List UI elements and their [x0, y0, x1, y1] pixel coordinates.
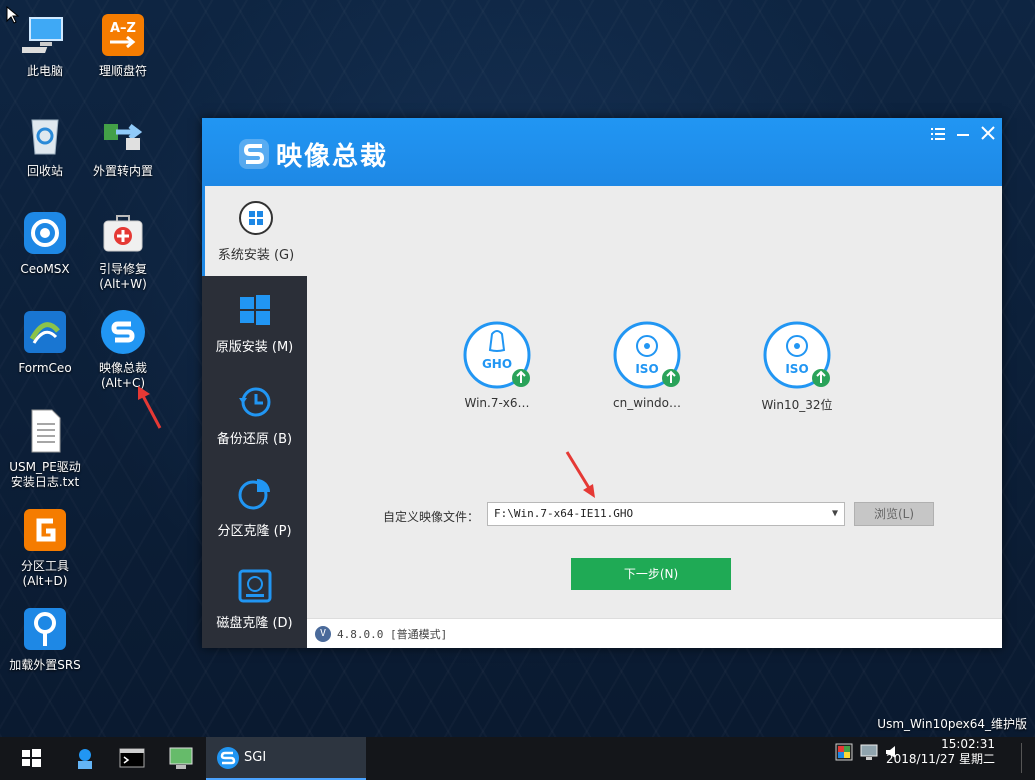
gho-disc-icon: GHO	[462, 320, 532, 390]
image-item-iso-cn[interactable]: ISO cn_windo…	[597, 320, 697, 410]
nav-label: 系统安装 (G)	[217, 248, 295, 263]
taskbar-sgi-label: SGI	[244, 750, 267, 765]
menu-button[interactable]	[927, 124, 949, 146]
windows-start-icon	[22, 749, 41, 767]
desktop-icon-ceomsx[interactable]: CeoMSX	[5, 210, 85, 277]
taskbar: SGI 15:02:31 2018/11/27 星期二	[0, 737, 1035, 780]
app-logo-icon	[239, 139, 269, 169]
close-button[interactable]	[977, 124, 999, 146]
svg-text:A–Z: A–Z	[110, 21, 136, 36]
desktop-icon-transfer[interactable]: 外置转内置	[83, 112, 163, 179]
show-desktop-button[interactable]	[1021, 743, 1029, 773]
desktop-icon-boot-repair[interactable]: 引导修复 (Alt+W)	[83, 210, 163, 292]
image-item-gho[interactable]: GHO Win.7-x6…	[447, 320, 547, 410]
recycle-bin-icon	[22, 112, 68, 158]
disk-icon	[237, 568, 273, 604]
minimize-icon	[957, 134, 969, 136]
nav-original-install[interactable]: 原版安装 (M)	[202, 278, 307, 368]
sgi-icon	[217, 747, 239, 769]
image-path-value: F:\Win.7-x64-IE11.GHO	[494, 507, 634, 520]
minimize-button[interactable]	[952, 124, 974, 146]
desktop: 此电脑 回收站 CeoMSX FormCeo USM_PE驱动 安装日志.txt…	[0, 0, 1035, 737]
windows-disc-icon	[238, 200, 274, 236]
diskgenius-icon	[22, 507, 68, 553]
nav-backup-restore[interactable]: 备份还原 (B)	[202, 370, 307, 460]
iso-disc-icon: ISO	[762, 320, 832, 390]
srs-icon	[22, 606, 68, 652]
desktop-icon-sgi[interactable]: 映像总裁 (Alt+C)	[83, 309, 163, 391]
status-bar: V 4.8.0.0 [普通模式]	[307, 618, 1002, 648]
iso-type-text: ISO	[635, 362, 658, 376]
ceomsx-icon	[22, 210, 68, 256]
dropdown-arrow-icon[interactable]: ▼	[832, 503, 838, 525]
terminal-icon	[119, 748, 145, 768]
custom-image-label: 自定义映像文件：	[383, 510, 480, 524]
image-item-label: Win.7-x6…	[464, 396, 530, 410]
image-item-iso-win10[interactable]: ISO Win10_32位	[747, 320, 847, 413]
formceo-icon	[22, 309, 68, 355]
taskbar-network-tool[interactable]	[70, 743, 100, 773]
clock-time: 15:02:31	[941, 737, 995, 751]
computer-icon	[17, 12, 68, 58]
app-header: 映像总裁	[202, 118, 1002, 186]
desktop-icon-recycle-bin[interactable]: 回收站	[5, 112, 85, 179]
version-text: 4.8.0.0 [普通模式]	[337, 628, 448, 641]
nav-label: 备份还原 (B)	[216, 432, 293, 447]
iso-type-text: ISO	[785, 362, 808, 376]
image-item-label: Win10_32位	[761, 398, 833, 412]
desktop-icon-load-srs[interactable]: 加载外置SRS	[5, 606, 85, 673]
taskbar-cmd[interactable]	[117, 743, 147, 773]
image-path-select[interactable]: F:\Win.7-x64-IE11.GHO ▼	[487, 502, 845, 526]
restore-clock-icon	[237, 384, 273, 420]
desktop-icon-partition-tool[interactable]: 分区工具 (Alt+D)	[5, 507, 85, 589]
desktop-icon-az-sort[interactable]: A–Z 理顺盘符	[83, 12, 163, 79]
os-version-label: Usm_Win10pex64_维护版	[877, 717, 1027, 731]
menu-list-icon	[931, 128, 945, 140]
pie-chart-icon	[237, 476, 273, 512]
nav-disk-clone[interactable]: 磁盘克隆 (D)	[202, 554, 307, 644]
iso-disc-icon: ISO	[612, 320, 682, 390]
mouse-cursor-icon	[6, 6, 20, 24]
tray-network-icon[interactable]	[860, 743, 878, 761]
nav-label: 分区克隆 (P)	[217, 524, 292, 539]
sgi-app-window: 映像总裁 系统安装 (G) 原版安装 (M) 备份还原 (B) 分区克隆 (P)…	[202, 118, 1002, 648]
app-title: 映像总裁	[276, 142, 389, 172]
next-step-button[interactable]: 下一步(N)	[571, 558, 731, 590]
image-item-label: cn_windo…	[613, 396, 681, 410]
tray-color-icon[interactable]	[835, 743, 853, 761]
nav-system-install[interactable]: 系统安装 (G)	[202, 186, 307, 276]
taskbar-explorer[interactable]	[166, 743, 196, 773]
taskbar-sgi[interactable]: SGI	[206, 737, 366, 780]
nav-partition-clone[interactable]: 分区克隆 (P)	[202, 462, 307, 552]
red-arrow-annotation	[138, 386, 162, 429]
desktop-icon-log-file[interactable]: USM_PE驱动 安装日志.txt	[5, 408, 85, 490]
main-panel: GHO Win.7-x6… ISO cn_windo… ISO Win10_32…	[307, 186, 1002, 618]
first-aid-icon	[100, 210, 146, 256]
start-button[interactable]	[16, 743, 46, 773]
gho-type-text: GHO	[482, 357, 512, 371]
text-file-icon	[22, 408, 68, 454]
az-sort-icon: A–Z	[100, 12, 146, 58]
explorer-icon	[169, 747, 193, 769]
close-icon	[981, 126, 995, 140]
clock[interactable]: 15:02:31 2018/11/27 星期二	[886, 737, 995, 767]
nav-label: 磁盘克隆 (D)	[216, 616, 293, 631]
clock-date: 2018/11/27 星期二	[886, 752, 995, 766]
windows-logo-icon	[237, 292, 273, 328]
transfer-icon	[100, 112, 146, 158]
red-arrow-annotation	[565, 451, 595, 498]
browse-button[interactable]: 浏览(L)	[854, 502, 934, 526]
sidebar: 系统安装 (G) 原版安装 (M) 备份还原 (B) 分区克隆 (P) 磁盘克隆…	[202, 186, 307, 648]
nav-label: 原版安装 (M)	[215, 340, 294, 355]
network-tool-icon	[78, 749, 92, 769]
sgi-icon	[100, 309, 146, 355]
desktop-icon-formceo[interactable]: FormCeo	[5, 309, 85, 376]
version-badge-icon: V	[315, 626, 331, 642]
